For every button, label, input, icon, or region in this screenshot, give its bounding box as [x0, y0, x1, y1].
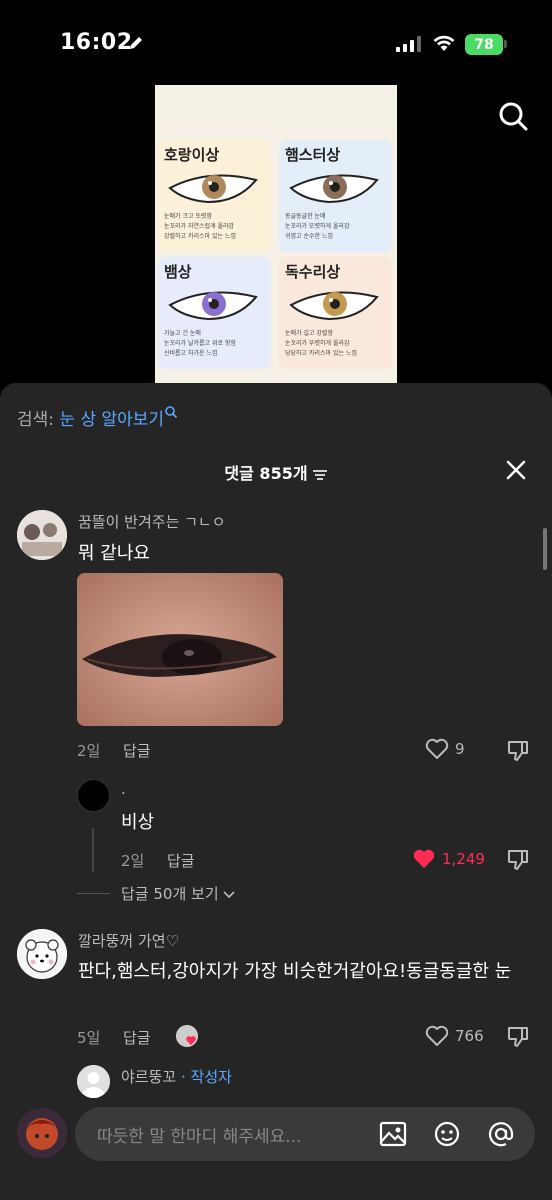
- default-avatar-icon: [77, 1065, 110, 1098]
- eye-illustration: [168, 291, 258, 321]
- pencil-icon: [130, 37, 142, 49]
- reply-button[interactable]: 답글: [123, 1027, 151, 1048]
- image-icon[interactable]: [378, 1119, 408, 1149]
- video-card-note: 가늘고 긴 눈매: [164, 330, 201, 337]
- my-avatar[interactable]: [17, 1108, 67, 1158]
- search-prefix: 검색:: [17, 410, 60, 430]
- avatar[interactable]: [77, 779, 110, 812]
- view-more-replies[interactable]: 답글 50개 보기: [121, 883, 235, 904]
- scrollbar[interactable]: [543, 528, 547, 570]
- video-card-title: 뱀상: [164, 263, 192, 281]
- comment-count: 댓글 855개: [224, 464, 308, 483]
- next-reply-username: 야르뚱꼬: [121, 1068, 177, 1086]
- comment-username[interactable]: 꿈뜰이 반겨주는 ㄱㄴㅇ: [78, 511, 226, 532]
- video-card-note: 강렬하고 카리스마 있는 느낌: [164, 233, 236, 240]
- video-card: 뱀상가늘고 긴 눈매눈꼬리가 날카롭고 위로 향함신비롭고 차가운 느낌: [158, 257, 271, 369]
- avatar[interactable]: [17, 510, 67, 560]
- comment-age: 5일: [77, 1029, 101, 1047]
- comment-age: 2일: [121, 852, 145, 870]
- battery-tip: [504, 40, 507, 48]
- battery-indicator: 78: [465, 34, 503, 55]
- eye-illustration: [289, 291, 379, 321]
- comment-text: 뭐 같나요: [78, 543, 150, 564]
- related-search[interactable]: 검색: 눈 상 알아보기: [17, 405, 178, 430]
- avatar[interactable]: [77, 1065, 110, 1098]
- view-more-label: 답글 50개 보기: [121, 885, 219, 903]
- status-time: 16:02: [60, 30, 133, 55]
- comment-username[interactable]: .: [121, 780, 126, 798]
- comment-input-placeholder[interactable]: 따듯한 말 한마디 해주세요...: [97, 1122, 301, 1147]
- video-card-note: 눈꼬리가 날카롭고 위로 향함: [164, 340, 236, 347]
- video-card-note: 눈매가 크고 또렷함: [164, 213, 212, 220]
- close-icon[interactable]: [504, 458, 528, 482]
- video-card: 햄스터상동글동글한 눈매눈꼬리가 또렷하게 올라감귀엽고 순수한 느낌: [279, 140, 392, 252]
- video-card-title: 햄스터상: [285, 146, 341, 164]
- thread-line: [92, 828, 94, 872]
- heart-filled-icon: [176, 1025, 198, 1047]
- like-button[interactable]: 766: [425, 1025, 484, 1047]
- video-card-note: 눈매가 길고 강렬함: [285, 330, 333, 337]
- video-card-note: 귀엽고 순수한 느낌: [285, 233, 333, 240]
- video-card-note: 당당하고 카리스마 있는 느낌: [285, 350, 357, 357]
- video-card-notes: 눈매가 크고 또렷함눈꼬리가 자연스럽게 올라감강렬하고 카리스마 있는 느낌: [164, 212, 236, 242]
- reply-button[interactable]: 답글: [167, 850, 195, 871]
- comment-photo[interactable]: [77, 573, 283, 726]
- avatar-image: [17, 929, 67, 979]
- video-preview[interactable]: 호랑이상눈매가 크고 또렷함눈꼬리가 자연스럽게 올라감강렬하고 카리스마 있는…: [155, 85, 397, 385]
- creator-badge-label: 작성자: [190, 1068, 232, 1086]
- dislike-icon[interactable]: [506, 1025, 530, 1049]
- like-button[interactable]: 9: [425, 738, 465, 760]
- like-count: 766: [455, 1027, 484, 1045]
- search-icon[interactable]: [497, 100, 529, 132]
- emoji-sticker-icon[interactable]: [432, 1119, 462, 1149]
- comment-text: 판다,햄스터,강아지가 가장 비슷한거같아요!동글동글한 눈: [78, 961, 512, 982]
- chevron-down-icon: [223, 891, 235, 899]
- video-card-notes: 눈매가 길고 강렬함눈꼬리가 뚜렷하게 올라감당당하고 카리스마 있는 느낌: [285, 329, 357, 359]
- signal-icon: [396, 36, 421, 52]
- comment-age: 2일: [77, 742, 101, 760]
- divider: [77, 893, 110, 894]
- video-card-title: 호랑이상: [164, 146, 220, 164]
- heart-filled-icon: [413, 849, 435, 868]
- video-card-note: 눈꼬리가 자연스럽게 올라감: [164, 223, 235, 230]
- heart-icon: [425, 1025, 449, 1046]
- search-query[interactable]: 눈 상 알아보기: [59, 410, 164, 430]
- video-card-notes: 동글동글한 눈매눈꼬리가 또렷하게 올라감귀엽고 순수한 느낌: [285, 212, 350, 242]
- eye-illustration: [289, 174, 379, 204]
- creator-liked-badge: [176, 1025, 198, 1047]
- video-card-note: 눈꼬리가 뚜렷하게 올라감: [285, 340, 350, 347]
- like-count: 1,249: [442, 850, 485, 868]
- avatar[interactable]: [17, 929, 67, 979]
- dislike-icon[interactable]: [506, 848, 530, 872]
- comment-username[interactable]: 깔라뚱꺼 가연♡: [78, 930, 179, 951]
- comment-text: 비상: [121, 812, 155, 833]
- heart-icon: [425, 738, 449, 759]
- status-bar: 16:02 78: [0, 0, 552, 90]
- creator-badge: · 작성자: [180, 1068, 232, 1086]
- avatar-image: [17, 1108, 67, 1158]
- mention-icon[interactable]: [486, 1119, 516, 1149]
- video-card-note: 신비롭고 차가운 느낌: [164, 350, 218, 357]
- video-card: 독수리상눈매가 길고 강렬함눈꼬리가 뚜렷하게 올라감당당하고 카리스마 있는 …: [279, 257, 392, 369]
- eye-photo-image: [77, 573, 283, 726]
- video-card-note: 눈꼬리가 또렷하게 올라감: [285, 223, 350, 230]
- video-card: 호랑이상눈매가 크고 또렷함눈꼬리가 자연스럽게 올라감강렬하고 카리스마 있는…: [158, 140, 271, 252]
- reply-button[interactable]: 답글: [123, 740, 151, 761]
- like-button[interactable]: 1,249: [412, 848, 485, 870]
- wifi-icon: [433, 35, 455, 51]
- sort-icon[interactable]: [312, 469, 328, 481]
- avatar-image: [17, 510, 67, 560]
- comments-header: 댓글 855개: [0, 460, 552, 484]
- video-card-notes: 가늘고 긴 눈매눈꼬리가 날카롭고 위로 향함신비롭고 차가운 느낌: [164, 329, 236, 359]
- next-reply-author[interactable]: 야르뚱꼬 · 작성자: [121, 1066, 232, 1087]
- video-card-note: 동글동글한 눈매: [285, 213, 326, 220]
- video-card-title: 독수리상: [285, 263, 341, 281]
- like-count: 9: [455, 740, 465, 758]
- search-small-icon: [165, 406, 178, 419]
- eye-illustration: [168, 174, 258, 204]
- dislike-icon[interactable]: [506, 739, 530, 763]
